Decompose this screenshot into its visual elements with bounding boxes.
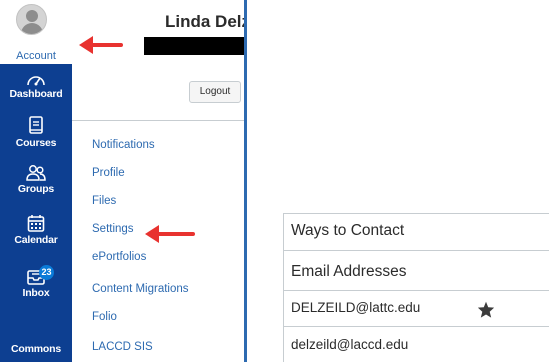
link-folio[interactable]: Folio: [92, 311, 117, 323]
nav-courses[interactable]: Courses: [0, 116, 72, 149]
nav-calendar-label: Calendar: [14, 234, 58, 246]
link-profile[interactable]: Profile: [92, 167, 125, 179]
link-files[interactable]: Files: [92, 195, 116, 207]
arrow-to-account-icon: [79, 36, 123, 54]
nav-dashboard[interactable]: Dashboard: [0, 71, 72, 100]
nav-groups-label: Groups: [17, 183, 55, 195]
link-content-migrations[interactable]: Content Migrations: [92, 283, 189, 295]
nav-courses-label: Courses: [15, 137, 57, 149]
nav-dashboard-label: Dashboard: [9, 88, 63, 100]
nav-account-label: Account: [16, 50, 56, 62]
nav-calendar[interactable]: Calendar: [0, 214, 72, 246]
ways-to-contact-title: Ways to Contact: [291, 222, 405, 239]
groups-icon: [26, 165, 46, 181]
email-addresses-label: Email Addresses: [291, 263, 407, 280]
inbox-unread-badge: 23: [39, 265, 54, 280]
courses-icon: [29, 116, 43, 134]
global-navigation: Account Dashboard Courses Groups Calenda…: [0, 0, 72, 362]
email-addresses-header: Email Addresses: [284, 251, 549, 291]
calendar-icon: [27, 215, 45, 232]
tray-divider: [72, 120, 244, 121]
account-tray-screenshot: Account Dashboard Courses Groups Calenda…: [0, 0, 247, 362]
logout-button[interactable]: Logout: [189, 81, 241, 103]
link-eportfolios[interactable]: ePortfolios: [92, 251, 146, 263]
email-row-secondary[interactable]: delzeild@laccd.edu: [284, 327, 549, 362]
nav-groups[interactable]: Groups: [0, 164, 72, 195]
dashboard-icon: [27, 76, 45, 86]
nav-commons-label: Commons: [11, 343, 61, 355]
email-row-default[interactable]: DELZEILD@lattc.edu: [284, 291, 549, 327]
default-email-star-icon[interactable]: [477, 301, 495, 318]
avatar-body: [21, 23, 43, 34]
ways-to-contact-header: Ways to Contact: [284, 214, 549, 251]
link-laccd-sis[interactable]: LACCD SIS: [92, 341, 153, 353]
nav-inbox-label: Inbox: [22, 287, 50, 299]
nav-account[interactable]: Account: [0, 0, 72, 64]
ways-to-contact-panel: Ways to Contact Email Addresses DELZEILD…: [283, 213, 549, 362]
nav-commons[interactable]: Commons: [0, 342, 72, 355]
nav-inbox[interactable]: 23 Inbox: [0, 265, 72, 299]
link-settings[interactable]: Settings: [92, 223, 134, 235]
user-name: Linda Delz: [165, 12, 247, 31]
redaction-bar: [144, 37, 244, 55]
email-address[interactable]: DELZEILD@lattc.edu: [291, 300, 420, 315]
link-notifications[interactable]: Notifications: [92, 139, 155, 151]
arrow-to-settings-icon: [145, 225, 195, 243]
email-address[interactable]: delzeild@laccd.edu: [291, 337, 408, 352]
avatar-head: [26, 10, 38, 22]
avatar[interactable]: [16, 4, 47, 35]
